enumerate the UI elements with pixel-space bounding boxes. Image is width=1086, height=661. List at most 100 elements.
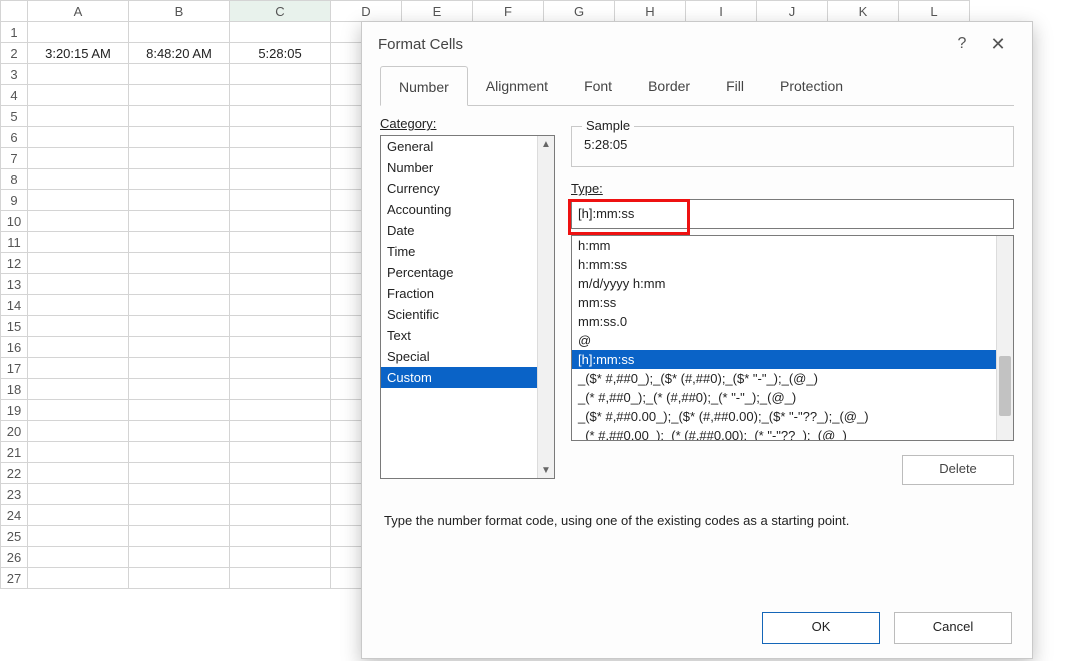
- delete-button[interactable]: Delete: [902, 455, 1014, 485]
- category-item[interactable]: Fraction: [381, 283, 537, 304]
- cell[interactable]: [129, 127, 230, 148]
- cell[interactable]: [129, 547, 230, 568]
- cell[interactable]: [28, 295, 129, 316]
- row-header-16[interactable]: 16: [1, 337, 28, 358]
- cell[interactable]: [230, 337, 331, 358]
- cell[interactable]: [28, 379, 129, 400]
- type-listbox[interactable]: h:mmh:mm:ssm/d/yyyy h:mmmm:ssmm:ss.0@[h]…: [571, 235, 1014, 441]
- cell[interactable]: 3:20:15 AM: [28, 43, 129, 64]
- cell[interactable]: [230, 358, 331, 379]
- cell[interactable]: [129, 484, 230, 505]
- cell[interactable]: Start Time: [28, 22, 129, 43]
- category-listbox[interactable]: GeneralNumberCurrencyAccountingDateTimeP…: [380, 135, 555, 479]
- select-all-corner[interactable]: [1, 1, 28, 22]
- cell[interactable]: [28, 442, 129, 463]
- category-item[interactable]: Accounting: [381, 199, 537, 220]
- col-I[interactable]: I: [686, 1, 757, 22]
- scroll-up-icon[interactable]: ▲: [538, 136, 554, 152]
- cell[interactable]: [28, 400, 129, 421]
- row-header-27[interactable]: 27: [1, 568, 28, 589]
- cell[interactable]: [230, 295, 331, 316]
- cell[interactable]: [230, 400, 331, 421]
- row-header-13[interactable]: 13: [1, 274, 28, 295]
- type-item[interactable]: m/d/yyyy h:mm: [572, 274, 996, 293]
- cell[interactable]: [129, 85, 230, 106]
- cell[interactable]: [129, 190, 230, 211]
- cell[interactable]: [230, 190, 331, 211]
- cell[interactable]: [129, 526, 230, 547]
- row-header-1[interactable]: 1: [1, 22, 28, 43]
- cell[interactable]: [129, 400, 230, 421]
- cell[interactable]: [230, 547, 331, 568]
- cell[interactable]: [129, 358, 230, 379]
- row-header-26[interactable]: 26: [1, 547, 28, 568]
- cell[interactable]: [230, 379, 331, 400]
- tab-border[interactable]: Border: [630, 66, 708, 105]
- cell[interactable]: [28, 568, 129, 589]
- type-item[interactable]: [h]:mm:ss: [572, 350, 996, 369]
- help-button[interactable]: ?: [944, 35, 980, 53]
- type-item[interactable]: h:mm:ss: [572, 255, 996, 274]
- row-header-22[interactable]: 22: [1, 463, 28, 484]
- cell[interactable]: [129, 232, 230, 253]
- cell[interactable]: [28, 64, 129, 85]
- cell[interactable]: [129, 421, 230, 442]
- cell[interactable]: [129, 169, 230, 190]
- cell[interactable]: [230, 526, 331, 547]
- cell[interactable]: [129, 106, 230, 127]
- category-item[interactable]: Scientific: [381, 304, 537, 325]
- type-item[interactable]: @: [572, 331, 996, 350]
- row-header-12[interactable]: 12: [1, 253, 28, 274]
- row-header-23[interactable]: 23: [1, 484, 28, 505]
- close-button[interactable]: ✕: [980, 34, 1016, 55]
- type-scrollbar[interactable]: [996, 236, 1013, 440]
- cell[interactable]: [230, 169, 331, 190]
- scrollbar-thumb[interactable]: [999, 356, 1011, 416]
- cell[interactable]: [230, 253, 331, 274]
- cell[interactable]: [129, 505, 230, 526]
- cell[interactable]: [28, 274, 129, 295]
- cell[interactable]: [129, 316, 230, 337]
- row-header-9[interactable]: 9: [1, 190, 28, 211]
- row-header-15[interactable]: 15: [1, 316, 28, 337]
- row-header-14[interactable]: 14: [1, 295, 28, 316]
- cell[interactable]: [28, 316, 129, 337]
- row-header-8[interactable]: 8: [1, 169, 28, 190]
- scroll-down-icon[interactable]: ▼: [538, 462, 554, 478]
- row-header-24[interactable]: 24: [1, 505, 28, 526]
- type-item[interactable]: _($* #,##0_);_($* (#,##0);_($* "-"_);_(@…: [572, 369, 996, 388]
- type-item[interactable]: _(* #,##0_);_(* (#,##0);_(* "-"_);_(@_): [572, 388, 996, 407]
- cell[interactable]: [129, 568, 230, 589]
- cell[interactable]: End Time: [129, 22, 230, 43]
- cell[interactable]: [230, 568, 331, 589]
- cancel-button[interactable]: Cancel: [894, 612, 1012, 644]
- cell[interactable]: 8:48:20 AM: [129, 43, 230, 64]
- col-B[interactable]: B: [129, 1, 230, 22]
- cell[interactable]: [230, 421, 331, 442]
- cell[interactable]: [28, 463, 129, 484]
- cell[interactable]: Difference: [230, 22, 331, 43]
- category-item[interactable]: General: [381, 136, 537, 157]
- row-header-17[interactable]: 17: [1, 358, 28, 379]
- category-item[interactable]: Time: [381, 241, 537, 262]
- cell[interactable]: [230, 463, 331, 484]
- cell[interactable]: [28, 421, 129, 442]
- type-item[interactable]: h:mm: [572, 236, 996, 255]
- cell[interactable]: [28, 169, 129, 190]
- category-item[interactable]: Special: [381, 346, 537, 367]
- type-input[interactable]: [h]:mm:ss: [571, 199, 1014, 229]
- cell[interactable]: [230, 232, 331, 253]
- tab-protection[interactable]: Protection: [762, 66, 861, 105]
- cell[interactable]: [28, 211, 129, 232]
- type-item[interactable]: _(* #,##0.00_);_(* (#,##0.00);_(* "-"??_…: [572, 426, 996, 440]
- cell[interactable]: [28, 190, 129, 211]
- category-item[interactable]: Percentage: [381, 262, 537, 283]
- cell[interactable]: [230, 505, 331, 526]
- cell[interactable]: [230, 484, 331, 505]
- cell[interactable]: [28, 148, 129, 169]
- cell[interactable]: [129, 211, 230, 232]
- cell[interactable]: [230, 85, 331, 106]
- cell[interactable]: [230, 148, 331, 169]
- row-header-3[interactable]: 3: [1, 64, 28, 85]
- cell[interactable]: [129, 379, 230, 400]
